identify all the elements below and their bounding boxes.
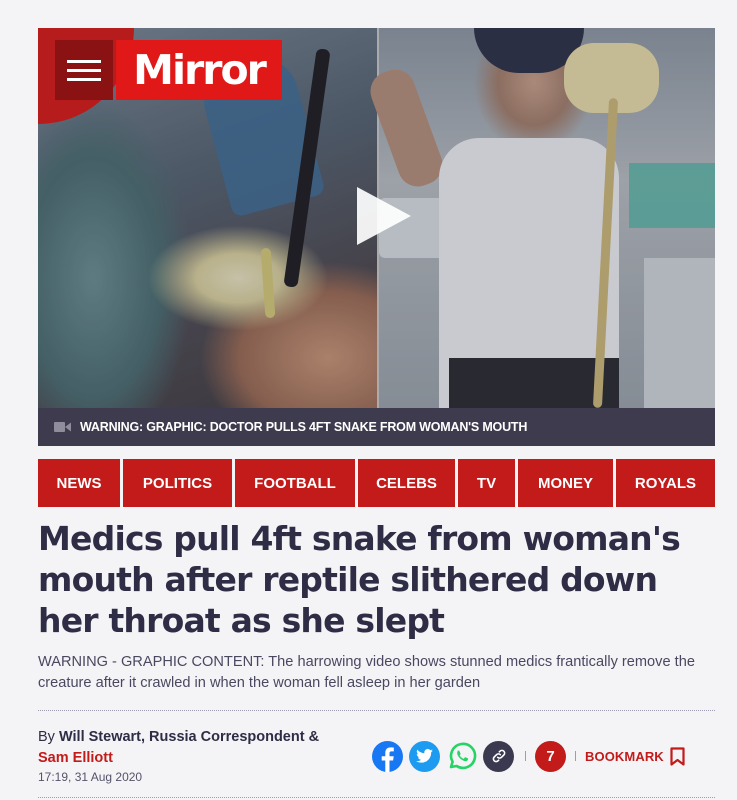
author-link[interactable]: Sam Elliott xyxy=(38,750,113,766)
nav-royals[interactable]: ROYALS xyxy=(616,459,715,507)
comment-count-badge[interactable]: 7 xyxy=(535,740,566,772)
video-camera-icon xyxy=(54,422,71,432)
byline-prefix: By xyxy=(38,729,55,745)
divider xyxy=(38,797,715,798)
nav-money[interactable]: MONEY xyxy=(518,459,613,507)
bookmark-button[interactable]: BOOKMARK xyxy=(585,746,685,766)
author-link[interactable]: Will Stewart, Russia Correspondent xyxy=(59,729,305,745)
separator xyxy=(575,751,576,761)
share-bar: 7 BOOKMARK xyxy=(372,740,685,772)
separator xyxy=(525,751,526,761)
video-caption: WARNING: GRAPHIC: DOCTOR PULLS 4FT SNAKE… xyxy=(80,420,528,434)
whatsapp-icon[interactable] xyxy=(446,741,477,772)
publish-timestamp: 17:19, 31 Aug 2020 xyxy=(38,770,143,784)
divider xyxy=(38,710,715,711)
facebook-icon[interactable] xyxy=(372,740,403,772)
hamburger-menu-icon[interactable] xyxy=(55,40,113,100)
nav-politics[interactable]: POLITICS xyxy=(123,459,232,507)
twitter-icon[interactable] xyxy=(409,740,440,772)
video-caption-bar: WARNING: GRAPHIC: DOCTOR PULLS 4FT SNAKE… xyxy=(38,408,715,446)
byline-joiner: & xyxy=(308,729,320,745)
page: Mirror WARNING: GRAPHIC: DOCTOR PULLS 4F… xyxy=(0,0,737,800)
play-icon[interactable] xyxy=(353,185,415,247)
bookmark-label: BOOKMARK xyxy=(585,748,664,764)
nav-football[interactable]: FOOTBALL xyxy=(235,459,355,507)
article-headline: Medics pull 4ft snake from woman's mouth… xyxy=(38,519,681,640)
section-nav: NEWS POLITICS FOOTBALL CELEBS TV MONEY R… xyxy=(38,459,715,507)
nav-celebs[interactable]: CELEBS xyxy=(358,459,455,507)
byline: By Will Stewart, Russia Correspondent & … xyxy=(38,727,358,769)
nav-news[interactable]: NEWS xyxy=(38,459,120,507)
mirror-logo[interactable]: Mirror xyxy=(116,40,282,100)
link-icon[interactable] xyxy=(483,740,514,772)
video-player[interactable]: Mirror WARNING: GRAPHIC: DOCTOR PULLS 4F… xyxy=(38,28,715,446)
bookmark-icon xyxy=(670,746,685,766)
nav-tv[interactable]: TV xyxy=(458,459,515,507)
article-standfirst: WARNING - GRAPHIC CONTENT: The harrowing… xyxy=(38,654,695,691)
